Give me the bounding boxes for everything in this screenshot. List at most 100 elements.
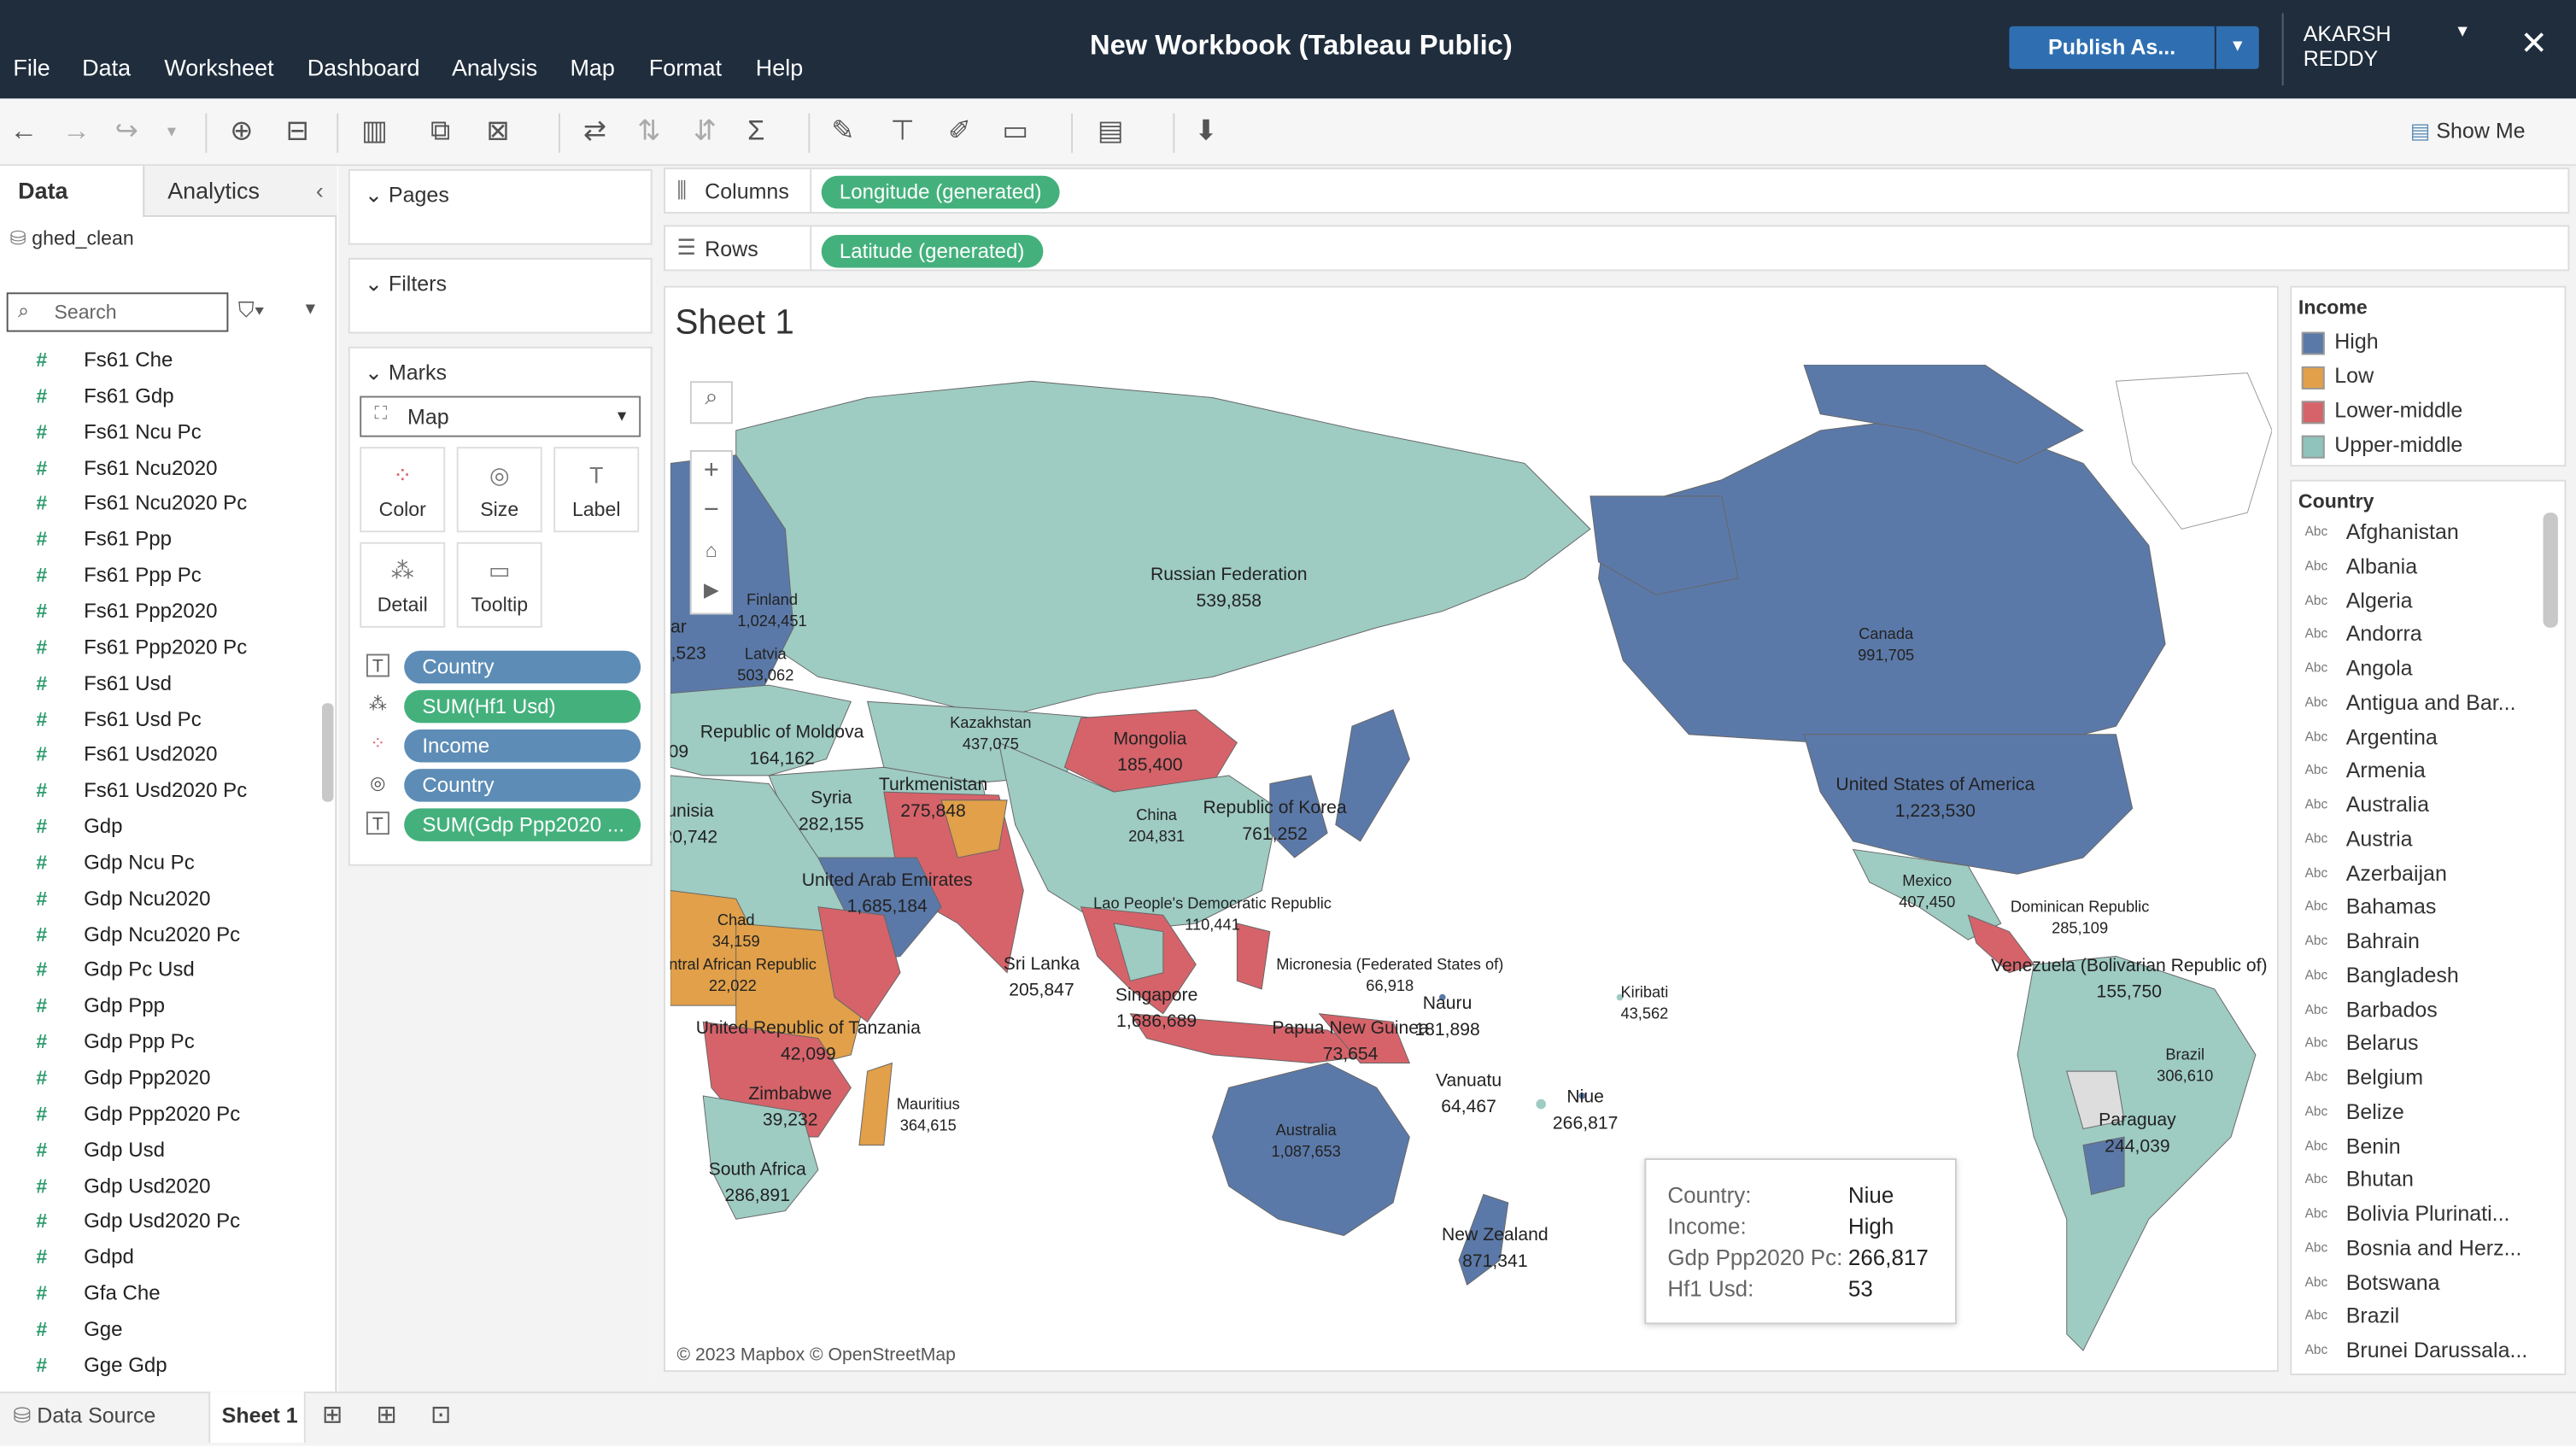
- mark-pill-hf1[interactable]: SUM(Hf1 Usd): [404, 689, 641, 724]
- tab-analytics[interactable]: Analytics ‹: [143, 166, 337, 217]
- download-icon[interactable]: ⬇: [1194, 114, 1217, 149]
- field-item[interactable]: # Gdp Ppp Pc: [0, 1027, 320, 1063]
- map-attribution[interactable]: © 2023 Mapbox © OpenStreetMap: [676, 1345, 955, 1365]
- field-item[interactable]: # Gdp Ncu Pc: [0, 847, 320, 883]
- field-item[interactable]: # Fs61 Usd2020 Pc: [0, 776, 320, 811]
- country-item[interactable]: Abc Andorra: [2302, 620, 2549, 653]
- mark-type-select[interactable]: ⛶ Map ▼: [360, 395, 641, 437]
- field-item[interactable]: # Gge: [0, 1315, 320, 1350]
- country-legend[interactable]: Country Abc Afghanistan Abc Albania Abc Alger…: [2290, 479, 2567, 1375]
- map-zoom-controls[interactable]: + − ⌂ ▶: [689, 450, 733, 615]
- field-item[interactable]: # Gdp Ncu2020 Pc: [0, 919, 320, 955]
- detail-button[interactable]: ⁂ Detail: [360, 542, 446, 628]
- income-legend[interactable]: Income High Low Lower-middle Upper-middl…: [2290, 285, 2567, 467]
- user-dropdown-icon[interactable]: ▼: [2455, 23, 2471, 41]
- country-item[interactable]: Abc Barbados: [2302, 995, 2549, 1028]
- field-item[interactable]: # Fs61 Ncu2020: [0, 453, 320, 489]
- label-icon[interactable]: ⊤: [891, 114, 915, 149]
- label-button[interactable]: T Label: [553, 447, 640, 533]
- annotate-icon[interactable]: ✐: [948, 114, 971, 149]
- field-item[interactable]: # Gdp Ppp2020 Pc: [0, 1099, 320, 1135]
- close-icon[interactable]: ✕: [2520, 23, 2548, 64]
- field-item[interactable]: # Gdp Ppp: [0, 991, 320, 1027]
- field-item[interactable]: # Gdp Ncu2020: [0, 883, 320, 919]
- country-item[interactable]: Abc Belarus: [2302, 1029, 2549, 1062]
- pages-card[interactable]: ⌄ Pages: [348, 169, 653, 245]
- scrollbar[interactable]: [322, 703, 334, 802]
- map-view[interactable]: ⌕ + − ⌂ ▶ Russian Federation 539,858 Canad…: [670, 365, 2273, 1369]
- tab-data[interactable]: Data: [0, 166, 143, 217]
- columns-shelf[interactable]: ⫼ Columns Longitude (generated): [664, 167, 2570, 214]
- publish-button[interactable]: Publish As... ▼: [2009, 26, 2259, 69]
- mark-pill-country[interactable]: Country: [404, 650, 641, 684]
- clear-sheet-icon[interactable]: ⊠: [486, 114, 509, 149]
- field-item[interactable]: # Gdp Ppp2020: [0, 1063, 320, 1098]
- country-item[interactable]: Abc Afghanistan: [2302, 518, 2549, 550]
- color-button[interactable]: ⁘ Color: [360, 447, 446, 533]
- field-item[interactable]: # Gdp Usd2020 Pc: [0, 1207, 320, 1243]
- zoom-out-icon[interactable]: −: [692, 491, 731, 530]
- field-item[interactable]: # Fs61 Usd2020: [0, 740, 320, 776]
- replay-icon[interactable]: ↪: [115, 114, 138, 149]
- pause-updates-icon[interactable]: ⊟: [286, 114, 309, 149]
- datasource-name[interactable]: ⛁ ghed_clean: [10, 226, 134, 249]
- duplicate-sheet-icon[interactable]: ⧉: [430, 114, 450, 149]
- country-item[interactable]: Abc Armenia: [2302, 756, 2549, 788]
- field-item[interactable]: # Gdpd: [0, 1243, 320, 1279]
- field-item[interactable]: # Fs61 Gdp: [0, 381, 320, 417]
- user-menu[interactable]: AKARSH REDDY: [2304, 21, 2392, 71]
- field-item[interactable]: # Fs61 Ppp2020: [0, 596, 320, 632]
- field-item[interactable]: # Gdp Usd2020: [0, 1171, 320, 1207]
- mark-pill-gdp[interactable]: SUM(Gdp Ppp2020 ...: [404, 808, 641, 841]
- country-item[interactable]: Abc Bangladesh: [2302, 961, 2549, 993]
- field-item[interactable]: # Fs61 Ncu2020 Pc: [0, 489, 320, 524]
- country-item[interactable]: Abc Antigua and Bar...: [2302, 688, 2549, 720]
- tab-sheet-1[interactable]: Sheet 1: [208, 1391, 306, 1443]
- field-item[interactable]: # Fs61 Ppp: [0, 524, 320, 560]
- field-item[interactable]: # Gdp: [0, 811, 320, 847]
- tooltip-button[interactable]: ▭ Tooltip: [456, 542, 542, 628]
- mark-pill-income[interactable]: Income: [404, 729, 641, 763]
- field-item[interactable]: # Fs61 Ncu Pc: [0, 417, 320, 453]
- country-item[interactable]: Abc Angola: [2302, 654, 2549, 687]
- country-item[interactable]: Abc Brazil: [2302, 1302, 2549, 1334]
- country-item[interactable]: Abc Argentina: [2302, 722, 2549, 754]
- redo-icon[interactable]: →: [62, 114, 91, 149]
- home-icon[interactable]: ⌂: [692, 530, 731, 570]
- swap-axes-icon[interactable]: ⇄: [583, 114, 606, 149]
- fit-icon[interactable]: ▭: [1002, 114, 1028, 149]
- zoom-in-icon[interactable]: +: [692, 452, 731, 491]
- map-search-icon[interactable]: ⌕: [689, 381, 733, 425]
- columns-pill[interactable]: Longitude (generated): [821, 175, 1060, 209]
- country-item[interactable]: Abc Belize: [2302, 1097, 2549, 1129]
- country-item[interactable]: Abc Brunei Darussala...: [2302, 1336, 2549, 1368]
- country-item[interactable]: Abc Algeria: [2302, 586, 2549, 618]
- undo-icon[interactable]: ←: [10, 114, 38, 149]
- new-dashboard-icon[interactable]: ⊞: [376, 1400, 396, 1430]
- scrollbar[interactable]: [2543, 513, 2558, 628]
- field-item[interactable]: # Gdp Usd: [0, 1135, 320, 1171]
- new-story-icon[interactable]: ⊡: [430, 1400, 451, 1430]
- field-item[interactable]: # Fs61 Ppp Pc: [0, 560, 320, 596]
- sort-descending-icon[interactable]: ⇵: [694, 114, 717, 149]
- sort-ascending-icon[interactable]: ⇅: [637, 114, 660, 149]
- field-item[interactable]: # Gge Gdp: [0, 1350, 320, 1386]
- field-item[interactable]: # Fs61 Usd: [0, 668, 320, 704]
- country-item[interactable]: Abc Bahamas: [2302, 893, 2549, 925]
- country-item[interactable]: Abc Botswana: [2302, 1268, 2549, 1300]
- new-worksheet-icon[interactable]: ⊞: [322, 1400, 342, 1430]
- country-item[interactable]: Abc Bolivia Plurinati...: [2302, 1199, 2549, 1232]
- publish-dropdown-icon[interactable]: ▼: [2214, 26, 2259, 69]
- new-datasource-icon[interactable]: ⊕: [230, 114, 253, 149]
- search-menu-icon[interactable]: ▼: [302, 301, 319, 319]
- size-button[interactable]: ◎ Size: [456, 447, 542, 533]
- country-item[interactable]: Abc Belgium: [2302, 1063, 2549, 1095]
- rows-pill[interactable]: Latitude (generated): [821, 235, 1043, 268]
- mark-pill-country[interactable]: Country: [404, 769, 641, 802]
- country-item[interactable]: Abc Bhutan: [2302, 1165, 2549, 1198]
- filters-card[interactable]: ⌄ Filters: [348, 257, 653, 334]
- field-item[interactable]: # Fs61 Usd Pc: [0, 704, 320, 740]
- country-item[interactable]: Abc Bosnia and Herz...: [2302, 1233, 2549, 1266]
- collapse-icon[interactable]: ‹: [316, 178, 324, 204]
- new-worksheet-icon[interactable]: ▥: [361, 114, 388, 149]
